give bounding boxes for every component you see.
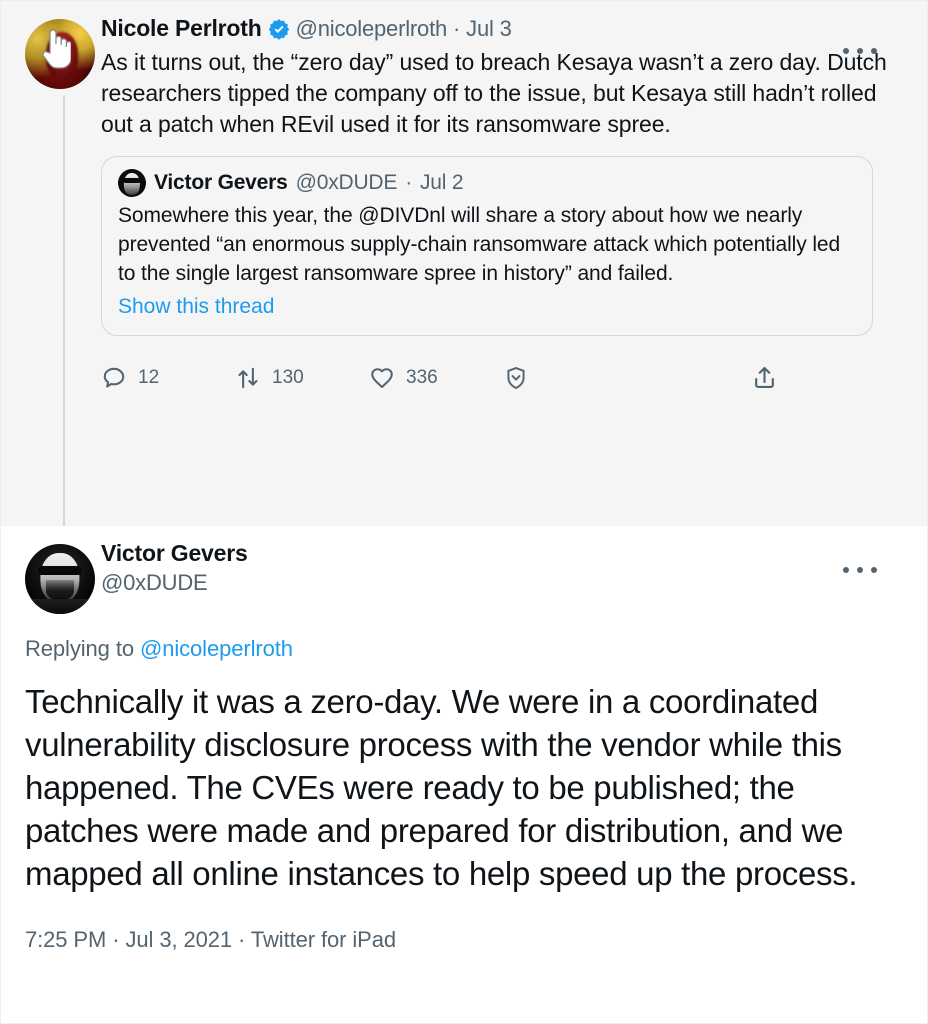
dot	[871, 48, 877, 54]
heart-icon	[371, 367, 393, 388]
retweet-icon	[238, 367, 258, 388]
reply-count: 12	[138, 366, 160, 388]
avatar-victor-gevers-small[interactable]	[118, 168, 146, 197]
dot	[843, 48, 849, 54]
main-more-options-icon[interactable]	[843, 560, 877, 580]
main-handle[interactable]: @0xDUDE	[101, 570, 897, 595]
quote-avatar-sunglasses	[123, 178, 141, 183]
parent-display-name[interactable]: Nicole Perlroth	[101, 15, 262, 43]
share-upload-icon	[755, 367, 774, 389]
avatar-nicole-perlroth[interactable]	[25, 19, 95, 89]
main-avatar-sunglasses	[38, 565, 82, 575]
quoted-display-name: Victor Gevers	[154, 170, 288, 194]
verified-badge-icon	[268, 18, 289, 40]
retweet-count: 130	[272, 366, 304, 388]
parent-avatar-column	[25, 15, 101, 89]
reply-button[interactable]: 12	[101, 365, 235, 391]
quote-avatar-face	[123, 173, 141, 195]
main-avatar-shoulders	[25, 598, 95, 614]
parent-more-options-icon[interactable]	[843, 41, 877, 61]
view-activity-button[interactable]	[503, 365, 637, 391]
shield-chevron-icon	[507, 366, 525, 389]
parent-tweet[interactable]: Nicole Perlroth @nicoleperlroth · Jul 3 …	[1, 1, 927, 535]
parent-tweet-header: Nicole Perlroth @nicoleperlroth · Jul 3	[101, 15, 897, 43]
parent-date[interactable]: Jul 3	[466, 16, 512, 42]
dot	[843, 567, 849, 573]
main-tweet-timestamp[interactable]: 7:25 PM · Jul 3, 2021 · Twitter for iPad	[25, 927, 903, 971]
like-button[interactable]: 336	[369, 365, 503, 391]
main-tweet-author: Victor Gevers @0xDUDE	[101, 540, 903, 596]
parent-tweet-text: As it turns out, the “zero day” used to …	[101, 48, 887, 137]
main-display-name[interactable]: Victor Gevers	[101, 540, 897, 566]
hand-cursor-icon	[42, 29, 71, 69]
tweet-thread-screen: Nicole Perlroth @nicoleperlroth · Jul 3 …	[0, 0, 928, 1024]
parent-handle[interactable]: @nicoleperlroth	[296, 16, 448, 42]
main-tweet-row: Victor Gevers @0xDUDE	[25, 540, 903, 614]
replying-to-label: Replying to	[25, 636, 140, 661]
quoted-handle: @0xDUDE	[295, 170, 398, 194]
quoted-tweet-card[interactable]: Victor Gevers @0xDUDE · Jul 2 Somewhere …	[101, 155, 873, 336]
reply-icon	[103, 367, 125, 388]
dot	[857, 48, 863, 54]
show-this-thread-link[interactable]: Show this thread	[118, 292, 274, 321]
quoted-date: Jul 2	[420, 170, 464, 194]
like-count: 336	[406, 366, 438, 388]
main-tweet: Victor Gevers @0xDUDE Replying to @nicol…	[1, 526, 927, 971]
parent-tweet-content: Nicole Perlroth @nicoleperlroth · Jul 3 …	[101, 15, 903, 398]
replying-to-mention[interactable]: @nicoleperlroth	[140, 636, 293, 661]
quoted-tweet-text: Somewhere this year, the @DIVDnl will sh…	[118, 203, 841, 285]
share-button[interactable]	[751, 364, 789, 391]
dot	[857, 567, 863, 573]
parent-separator: ·	[453, 15, 461, 41]
parent-tweet-row: Nicole Perlroth @nicoleperlroth · Jul 3 …	[25, 15, 903, 398]
parent-tweet-action-bar: 12 130 336	[101, 358, 781, 398]
quoted-separator: ·	[405, 170, 412, 194]
avatar-victor-gevers[interactable]	[25, 544, 95, 614]
replying-to-line: Replying to @nicoleperlroth	[25, 636, 903, 662]
quoted-tweet-header: Victor Gevers @0xDUDE · Jul 2	[118, 168, 856, 197]
main-avatar-column	[25, 540, 101, 614]
dot	[871, 567, 877, 573]
retweet-button[interactable]: 130	[235, 365, 369, 391]
main-tweet-text: Technically it was a zero-day. We were i…	[25, 683, 858, 892]
